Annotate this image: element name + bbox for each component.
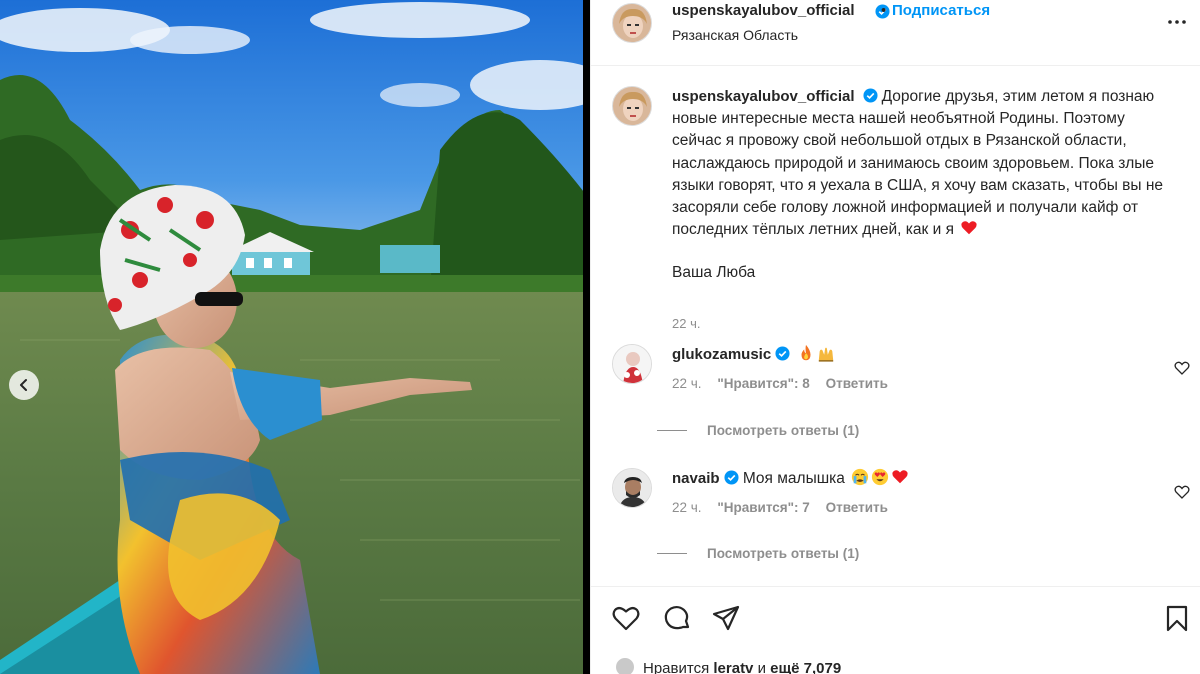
comment-username[interactable]: navaib xyxy=(672,470,720,487)
post-photo xyxy=(0,0,590,674)
heart-outline-icon[interactable] xyxy=(1174,484,1190,500)
commenter-avatar[interactable] xyxy=(612,344,652,384)
comment-meta: 22 ч. "Нравится": 7 Ответить xyxy=(672,500,900,515)
verified-badge-icon xyxy=(863,88,878,103)
comment-likes[interactable]: "Нравится": 7 xyxy=(717,500,809,515)
likes-count[interactable]: ещё 7,079 xyxy=(770,660,841,674)
liker-username[interactable]: leratv xyxy=(713,660,753,674)
crying-face-emoji xyxy=(852,468,869,486)
caption-signature: Ваша Люба xyxy=(672,264,756,281)
ellipsis-icon[interactable] xyxy=(1165,10,1189,34)
view-replies-label: Посмотреть ответы (1) xyxy=(707,423,860,438)
replies-divider xyxy=(657,553,687,554)
heart-outline-icon[interactable] xyxy=(1174,360,1190,376)
caption-username[interactable]: uspenskayalubov_official xyxy=(672,88,855,105)
comment-body: glukozamusic xyxy=(672,344,835,364)
caption-text: Дорогие друзья, этим летом я познаю новы… xyxy=(672,88,1164,239)
red-heart-emoji xyxy=(892,470,908,484)
comments-section: uspenskayalubov_official Дорогие друзья, … xyxy=(591,66,1200,586)
raising-hands-emoji xyxy=(818,347,833,362)
caption-body: uspenskayalubov_official Дорогие друзья, … xyxy=(672,86,1172,241)
comment-meta: 22 ч. "Нравится": 8 Ответить xyxy=(672,376,900,391)
view-replies-button[interactable]: Посмотреть ответы (1) xyxy=(657,423,859,438)
comment-likes[interactable]: "Нравится": 8 xyxy=(717,376,809,391)
bookmark-icon[interactable] xyxy=(1162,603,1192,633)
post-header: uspenskayalubov_official • Подписаться Р… xyxy=(591,0,1200,66)
comment-username[interactable]: glukozamusic xyxy=(672,346,771,363)
heart-outline-icon[interactable] xyxy=(611,603,641,633)
post-location[interactable]: Рязанская Область xyxy=(672,27,798,43)
replies-divider xyxy=(657,430,687,431)
comment-timestamp[interactable]: 22 ч. xyxy=(672,500,702,515)
heart-eyes-emoji xyxy=(872,468,889,486)
fire-emoji xyxy=(801,344,811,361)
post-details-panel: uspenskayalubov_official • Подписаться Р… xyxy=(590,0,1200,674)
next-post-edge xyxy=(583,0,590,674)
post-actions: Нравится leratv и ещё 7,079 xyxy=(591,586,1200,674)
red-heart-emoji xyxy=(961,221,977,235)
author-avatar[interactable] xyxy=(612,3,652,43)
comment-timestamp[interactable]: 22 ч. xyxy=(672,376,702,391)
reply-button[interactable]: Ответить xyxy=(826,500,888,515)
follow-button[interactable]: Подписаться xyxy=(892,2,990,19)
likes-prefix: Нравится xyxy=(643,660,710,674)
likes-summary: Нравится leratv и ещё 7,079 xyxy=(615,657,841,674)
comment-text: Моя малышка xyxy=(742,470,845,487)
lake-photo xyxy=(0,0,590,674)
separator-dot: • xyxy=(881,2,887,19)
comment-body: navaib Моя малышка xyxy=(672,468,909,488)
chevron-left-icon xyxy=(20,379,27,391)
commenter-avatar[interactable] xyxy=(612,468,652,508)
verified-badge-icon xyxy=(775,346,790,361)
speech-bubble-icon[interactable] xyxy=(662,603,692,633)
likes-joiner: и xyxy=(757,660,766,674)
reply-button[interactable]: Ответить xyxy=(826,376,888,391)
caption-timestamp[interactable]: 22 ч. xyxy=(672,316,700,331)
view-replies-button[interactable]: Посмотреть ответы (1) xyxy=(657,546,859,561)
author-username[interactable]: uspenskayalubov_official xyxy=(672,2,855,19)
caption-avatar[interactable] xyxy=(612,86,652,126)
paper-plane-icon[interactable] xyxy=(711,603,741,633)
view-replies-label: Посмотреть ответы (1) xyxy=(707,546,860,561)
liker-avatar[interactable] xyxy=(615,657,635,674)
carousel-prev-button[interactable] xyxy=(9,370,39,400)
verified-badge-icon xyxy=(724,470,739,485)
